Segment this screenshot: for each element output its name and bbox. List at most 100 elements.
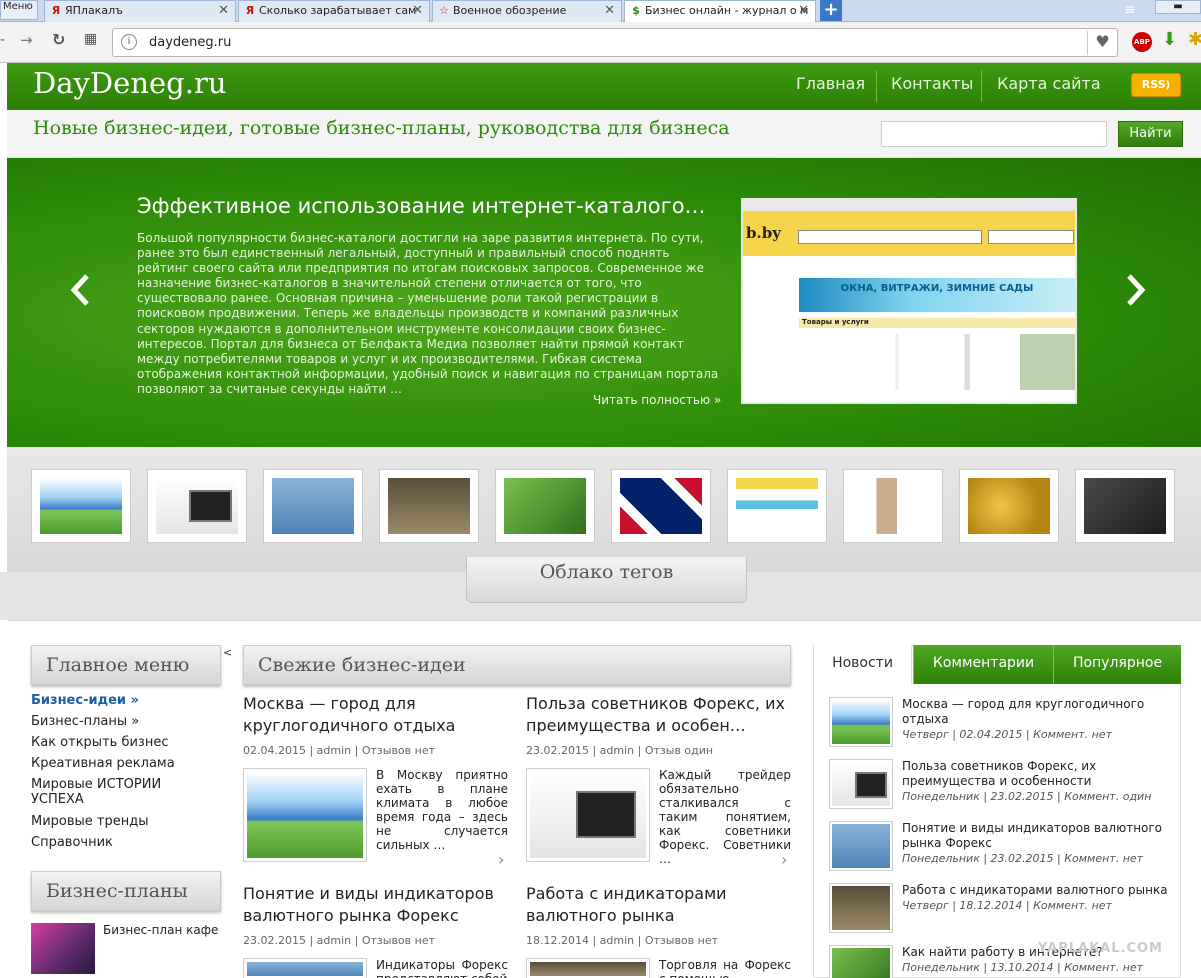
nav-home[interactable]: Главная xyxy=(796,74,865,93)
bookmark-heart-icon[interactable]: ♥ xyxy=(1087,31,1117,55)
slider-thumbnail[interactable] xyxy=(959,469,1059,543)
address-bar[interactable]: i daydeneg.ru ♥ xyxy=(112,28,1118,57)
menu-item-reference[interactable]: Справочник xyxy=(31,835,113,850)
screenshot-products xyxy=(799,334,1075,390)
menu-item-creative-ads[interactable]: Креативная реклама xyxy=(31,756,175,771)
tab-comments[interactable]: Комментарии xyxy=(913,645,1053,684)
close-tab-icon[interactable]: ✕ xyxy=(218,1,229,21)
back-arrow-icon[interactable]: ‐ xyxy=(0,32,5,48)
menu-item-world-trends[interactable]: Мировые тренды xyxy=(31,814,149,829)
news-meta: Четверг | 02.04.2015 | Коммент. нет xyxy=(902,728,1112,741)
sidebar-news-item[interactable]: Москва — город для круглогодичного отдых… xyxy=(829,697,1179,752)
fresh-ideas-title: Свежие бизнес-идеи xyxy=(243,645,791,685)
chevron-left-icon xyxy=(70,274,89,306)
tab-list-icon[interactable]: ≡ xyxy=(1124,2,1140,18)
news-title[interactable]: Понятие и виды индикаторов валютного рын… xyxy=(902,821,1172,851)
extension-icon[interactable]: ✱ xyxy=(1188,29,1201,50)
sidebar-news-item[interactable]: Понятие и виды индикаторов валютного рын… xyxy=(829,821,1179,876)
sidebar-news-item[interactable]: Работа с индикаторами валютного рынка Че… xyxy=(829,883,1179,938)
news-thumb xyxy=(829,821,893,871)
browser-menu-button[interactable]: Меню xyxy=(0,0,38,20)
star-favicon-icon: ☆ xyxy=(439,4,449,17)
sidebar-collapse-icon[interactable]: < xyxy=(223,646,232,659)
plan-link[interactable]: Бизнес-план кафе xyxy=(103,923,218,937)
menu-item-business-plans[interactable]: Бизнес-планы » xyxy=(31,714,139,729)
screenshot-banner: ОКНА, ВИТРАЖИ, ЗИМНИЕ САДЫ xyxy=(799,278,1075,312)
chevron-right-icon[interactable]: › xyxy=(498,850,504,869)
news-title[interactable]: Работа с индикаторами валютного рынка xyxy=(902,883,1172,898)
speed-dial-icon[interactable]: ▦ xyxy=(84,31,97,47)
slider-thumbnail[interactable] xyxy=(495,469,595,543)
plan-thumbnail[interactable] xyxy=(31,923,95,974)
slider-thumbnail[interactable] xyxy=(31,469,131,543)
screenshot-header: b.by xyxy=(743,212,1075,256)
site-tagline: Новые бизнес-идеи, готовые бизнес-планы,… xyxy=(33,117,730,139)
site-search-button[interactable]: Найти xyxy=(1118,121,1183,147)
rss-feed-icon: ) xyxy=(1165,80,1171,91)
screenshot-section: Товары и услуги xyxy=(799,318,1075,328)
slider-next-chevron-icon[interactable] xyxy=(1124,270,1148,320)
slider-thumbnail[interactable] xyxy=(379,469,479,543)
rss-button[interactable]: RSS) xyxy=(1131,73,1181,97)
slider-thumbnail[interactable] xyxy=(727,469,827,543)
slider-prev-chevron-icon[interactable] xyxy=(68,270,92,320)
sidebar-news-item[interactable]: Польза советников Форекс, их преимуществ… xyxy=(829,759,1179,814)
slide-read-more-link[interactable]: Читать полностью » xyxy=(593,393,721,407)
post-title[interactable]: Москва — город для круглогодичного отдых… xyxy=(243,693,493,737)
tab-popular[interactable]: Популярное xyxy=(1053,645,1181,684)
site-search-input[interactable] xyxy=(881,121,1107,147)
slide-title[interactable]: Эффективное использование интернет-катал… xyxy=(137,194,706,218)
slider-thumbnail[interactable] xyxy=(147,469,247,543)
news-title[interactable]: Польза советников Форекс, их преимуществ… xyxy=(902,759,1172,789)
close-tab-icon[interactable]: ✕ xyxy=(604,1,615,21)
slider-thumbnail[interactable] xyxy=(843,469,943,543)
site-logo[interactable]: DayDeneg.ru xyxy=(33,66,227,100)
browser-tab[interactable]: Я ЯПлакалъ ✕ xyxy=(44,0,236,22)
slider-thumbnail[interactable] xyxy=(1075,469,1175,543)
tab-news[interactable]: Новости xyxy=(814,645,912,684)
tag-cloud-tab[interactable]: Облако тегов xyxy=(466,557,747,603)
forward-arrow-icon[interactable]: → xyxy=(20,31,33,49)
url-text[interactable]: daydeneg.ru xyxy=(149,35,231,50)
chevron-right-icon[interactable]: › xyxy=(781,850,787,869)
nav-sitemap[interactable]: Карта сайта xyxy=(997,74,1101,93)
screenshot-logo: b.by xyxy=(746,224,781,242)
browser-tab[interactable]: Я Сколько зарабатывает сам ✕ xyxy=(238,0,430,22)
minimize-window-button[interactable]: ▬ xyxy=(1155,0,1201,14)
post-image[interactable] xyxy=(526,768,650,862)
site-info-icon[interactable]: i xyxy=(121,34,137,50)
post-title[interactable]: Работа с индикаторами валютного рынка xyxy=(526,883,756,927)
news-title[interactable]: Москва — город для круглогодичного отдых… xyxy=(902,697,1172,727)
close-tab-icon[interactable]: ✕ xyxy=(412,1,423,21)
post-image[interactable] xyxy=(243,768,367,862)
reload-icon[interactable]: ↻ xyxy=(52,30,65,49)
menu-item-business-ideas[interactable]: Бизнес-идеи » xyxy=(31,693,139,708)
menu-item-success-stories[interactable]: Мировые ИСТОРИИ УСПЕХА xyxy=(31,777,181,807)
browser-tab[interactable]: ☆ Военное обозрение ✕ xyxy=(432,0,622,22)
slider-thumbnail[interactable] xyxy=(263,469,363,543)
post-image[interactable] xyxy=(526,958,650,978)
screenshot-links xyxy=(743,256,1075,278)
post-title[interactable]: Польза советников Форекс, их преимуществ… xyxy=(526,693,791,737)
nav-contacts[interactable]: Контакты xyxy=(891,74,973,93)
nav-divider xyxy=(876,70,877,102)
post-title[interactable]: Понятие и виды индикаторов валютного рын… xyxy=(243,883,508,927)
business-plans-title: Бизнес-планы xyxy=(31,871,221,911)
news-thumb xyxy=(829,883,893,933)
post-image[interactable] xyxy=(243,958,367,978)
dollar-favicon-icon: $ xyxy=(632,4,640,17)
thumb-image xyxy=(40,478,122,534)
menu-item-how-to-start[interactable]: Как открыть бизнес xyxy=(31,735,168,750)
thumb-image xyxy=(156,478,238,534)
news-thumb-fill xyxy=(832,948,890,978)
slide-image[interactable]: b.by ОКНА, ВИТРАЖИ, ЗИМНИЕ САДЫ Товары и… xyxy=(741,198,1077,404)
browser-tab-active[interactable]: $ Бизнес онлайн - журнал о м ✕ xyxy=(624,0,816,22)
download-icon[interactable]: ⬇ xyxy=(1162,29,1177,50)
slider-thumbnail[interactable] xyxy=(611,469,711,543)
close-tab-icon[interactable]: ✕ xyxy=(798,1,809,21)
abp-icon[interactable]: ABP xyxy=(1132,32,1152,52)
screenshot-search xyxy=(798,230,982,244)
tab-title: Бизнес онлайн - журнал о м xyxy=(645,4,809,17)
yaplakal-favicon-icon: Я xyxy=(245,4,255,17)
new-tab-button[interactable]: + xyxy=(820,0,842,21)
